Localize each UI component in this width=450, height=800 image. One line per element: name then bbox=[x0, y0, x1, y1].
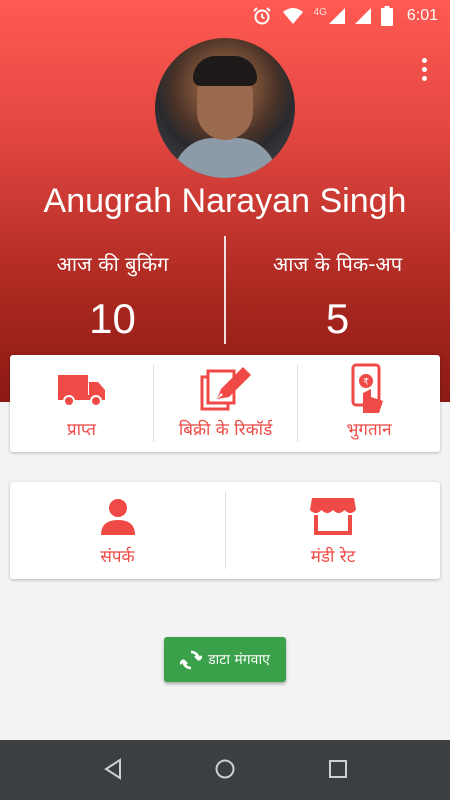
status-time: 6:01 bbox=[406, 7, 438, 24]
user-name: Anugrah Narayan Singh bbox=[43, 182, 407, 220]
status-bar: 4G 6:01 bbox=[0, 0, 450, 32]
market-store-icon bbox=[310, 498, 356, 535]
payment-label: भुगतान bbox=[346, 420, 392, 440]
profile-header: 4G 6:01 Anugrah Narayan Singh आज की बुकि… bbox=[0, 0, 450, 402]
payment-phone-icon: ₹ bbox=[351, 363, 383, 413]
alarm-icon bbox=[252, 7, 271, 25]
battery-icon bbox=[380, 6, 393, 26]
today-bookings-stat: आज की बुकिंग 10 bbox=[0, 250, 225, 343]
today-pickups-label: आज के पिक-अप bbox=[272, 252, 403, 276]
today-pickups-stat: आज के पिक-अप 5 bbox=[225, 250, 450, 343]
receive-button[interactable]: प्राप्त bbox=[10, 355, 153, 452]
back-icon[interactable] bbox=[103, 758, 123, 780]
refresh-icon bbox=[180, 650, 203, 669]
sales-records-label: बिक्री के रिकॉर्ड bbox=[178, 420, 273, 440]
mandi-rate-button[interactable]: मंडी रेट bbox=[226, 482, 440, 579]
actions-card-secondary: संपर्क मंडी रेट bbox=[10, 482, 440, 579]
contacts-button[interactable]: संपर्क bbox=[10, 482, 225, 579]
recents-icon[interactable] bbox=[328, 758, 348, 780]
payment-button[interactable]: ₹ भुगतान bbox=[298, 355, 440, 452]
fetch-data-label: डाटा मंगवाए bbox=[208, 652, 270, 668]
receive-label: प्राप्त bbox=[66, 420, 96, 440]
mandi-rate-label: मंडी रेट bbox=[310, 547, 356, 567]
system-nav-bar bbox=[0, 740, 450, 800]
wifi-icon bbox=[282, 8, 303, 24]
signal-icon bbox=[328, 8, 345, 24]
fetch-data-button[interactable]: डाटा मंगवाए bbox=[164, 637, 286, 682]
sales-records-button[interactable]: बिक्री के रिकॉर्ड bbox=[154, 355, 297, 452]
contacts-label: संपर्क bbox=[100, 547, 135, 567]
today-pickups-value: 5 bbox=[325, 295, 350, 342]
home-icon[interactable] bbox=[214, 758, 236, 780]
person-icon bbox=[100, 499, 135, 535]
overflow-menu-icon[interactable] bbox=[418, 58, 430, 82]
actions-card-primary: प्राप्त बिक्री के रिकॉर्ड ₹ भुगतान bbox=[10, 355, 440, 452]
edit-record-icon bbox=[200, 367, 251, 411]
network-type: 4G bbox=[313, 6, 327, 18]
svg-text:₹: ₹ bbox=[363, 378, 369, 388]
truck-icon bbox=[57, 375, 105, 407]
today-bookings-value: 10 bbox=[89, 295, 136, 342]
today-bookings-label: आज की बुकिंग bbox=[56, 252, 169, 276]
avatar[interactable] bbox=[155, 38, 295, 178]
signal-icon bbox=[354, 8, 371, 24]
